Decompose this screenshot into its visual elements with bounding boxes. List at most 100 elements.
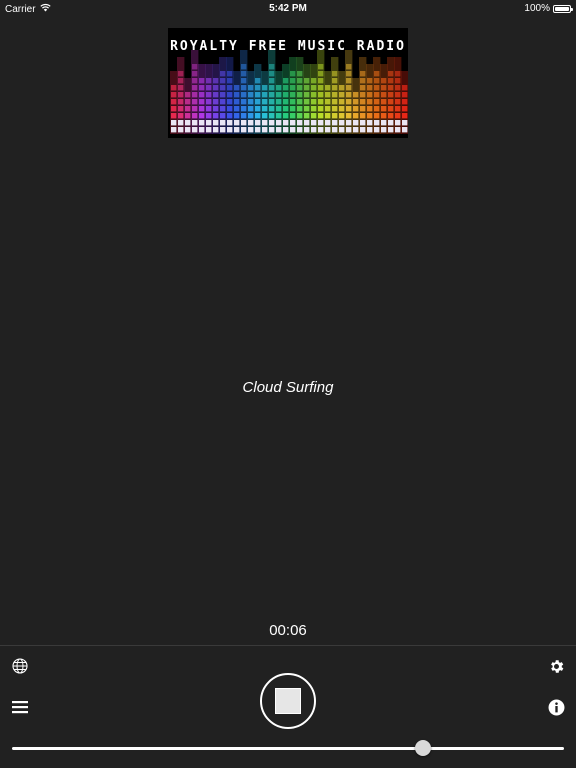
equalizer-cell [311,78,317,84]
equalizer-cell [241,127,247,133]
equalizer-cell [290,71,296,77]
info-icon[interactable] [546,697,566,717]
equalizer-cell [374,99,380,105]
equalizer-cell [297,85,303,91]
equalizer-cell [402,127,408,133]
equalizer-cell [192,85,198,91]
equalizer-cell [339,120,345,126]
equalizer-cell [206,99,212,105]
stop-button[interactable] [260,673,316,729]
equalizer-cell [276,99,282,105]
equalizer-cell [241,106,247,112]
equalizer-cell [353,92,359,98]
equalizer-cell [304,99,310,105]
equalizer-cell [185,99,191,105]
equalizer-cell [178,78,184,84]
equalizer-cell [402,106,408,112]
equalizer-cell [255,106,261,112]
equalizer-cell [276,113,282,119]
station-logo: ROYALTY FREE MUSIC RADIO [168,28,408,138]
equalizer-cell [388,85,394,91]
status-right: 100% [524,3,573,14]
equalizer-cell [339,92,345,98]
equalizer-cell [346,127,352,133]
equalizer-cell [353,120,359,126]
equalizer-cell [220,78,226,84]
equalizer-cell [304,92,310,98]
equalizer-cell [332,71,338,77]
volume-track [12,747,564,750]
equalizer-cell [311,106,317,112]
equalizer-cell [318,120,324,126]
equalizer-cell [192,78,198,84]
equalizer-cell [339,85,345,91]
equalizer-cell [220,92,226,98]
equalizer-cell [374,71,380,77]
equalizer-cell [325,106,331,112]
equalizer-cell [304,120,310,126]
volume-slider[interactable] [12,740,564,756]
equalizer-cell [318,64,324,70]
equalizer-cell [248,99,254,105]
equalizer-cell [395,120,401,126]
equalizer-cell [290,106,296,112]
equalizer-cell [255,120,261,126]
equalizer-cell [234,113,240,119]
equalizer-cell [353,127,359,133]
equalizer-cell [318,99,324,105]
globe-icon[interactable] [10,656,30,676]
equalizer-cell [318,71,324,77]
equalizer-cell [360,99,366,105]
menu-icon[interactable] [10,697,30,717]
equalizer-cell [395,99,401,105]
equalizer-cell [332,78,338,84]
equalizer-cell [402,85,408,91]
equalizer-cell [241,64,247,70]
equalizer-cell [374,127,380,133]
equalizer-cell [318,92,324,98]
equalizer-cell [241,71,247,77]
equalizer-cell [248,127,254,133]
equalizer-cell [178,85,184,91]
equalizer-cell [374,78,380,84]
equalizer-cell [325,113,331,119]
equalizer-cell [199,113,205,119]
equalizer-cell [346,99,352,105]
equalizer-cell [269,85,275,91]
equalizer-cell [346,120,352,126]
volume-thumb[interactable] [415,740,432,756]
equalizer-cell [283,85,289,91]
equalizer-cell [199,120,205,126]
equalizer-cell [206,92,212,98]
equalizer-cell [332,99,338,105]
equalizer-cell [227,127,233,133]
equalizer-cell [199,92,205,98]
equalizer-cell [395,78,401,84]
equalizer-cell [283,127,289,133]
equalizer-cell [311,127,317,133]
equalizer-cell [171,99,177,105]
equalizer-cell [269,71,275,77]
equalizer-cell [206,127,212,133]
equalizer-cell [367,120,373,126]
gear-icon[interactable] [546,656,566,676]
equalizer-cell [213,78,219,84]
equalizer-cell [395,113,401,119]
equalizer-cell [374,120,380,126]
equalizer-cell [276,120,282,126]
equalizer-cell [318,127,324,133]
equalizer-cell [311,99,317,105]
divider [0,645,576,646]
equalizer-cell [220,85,226,91]
equalizer-cell [346,85,352,91]
equalizer-cell [304,78,310,84]
equalizer-cell [360,113,366,119]
equalizer-cell [297,120,303,126]
equalizer-cell [248,92,254,98]
equalizer-cell [178,120,184,126]
equalizer-cell [367,99,373,105]
equalizer-cell [367,113,373,119]
equalizer-cell [248,106,254,112]
equalizer-cell [395,127,401,133]
status-time: 5:42 PM [269,3,307,14]
